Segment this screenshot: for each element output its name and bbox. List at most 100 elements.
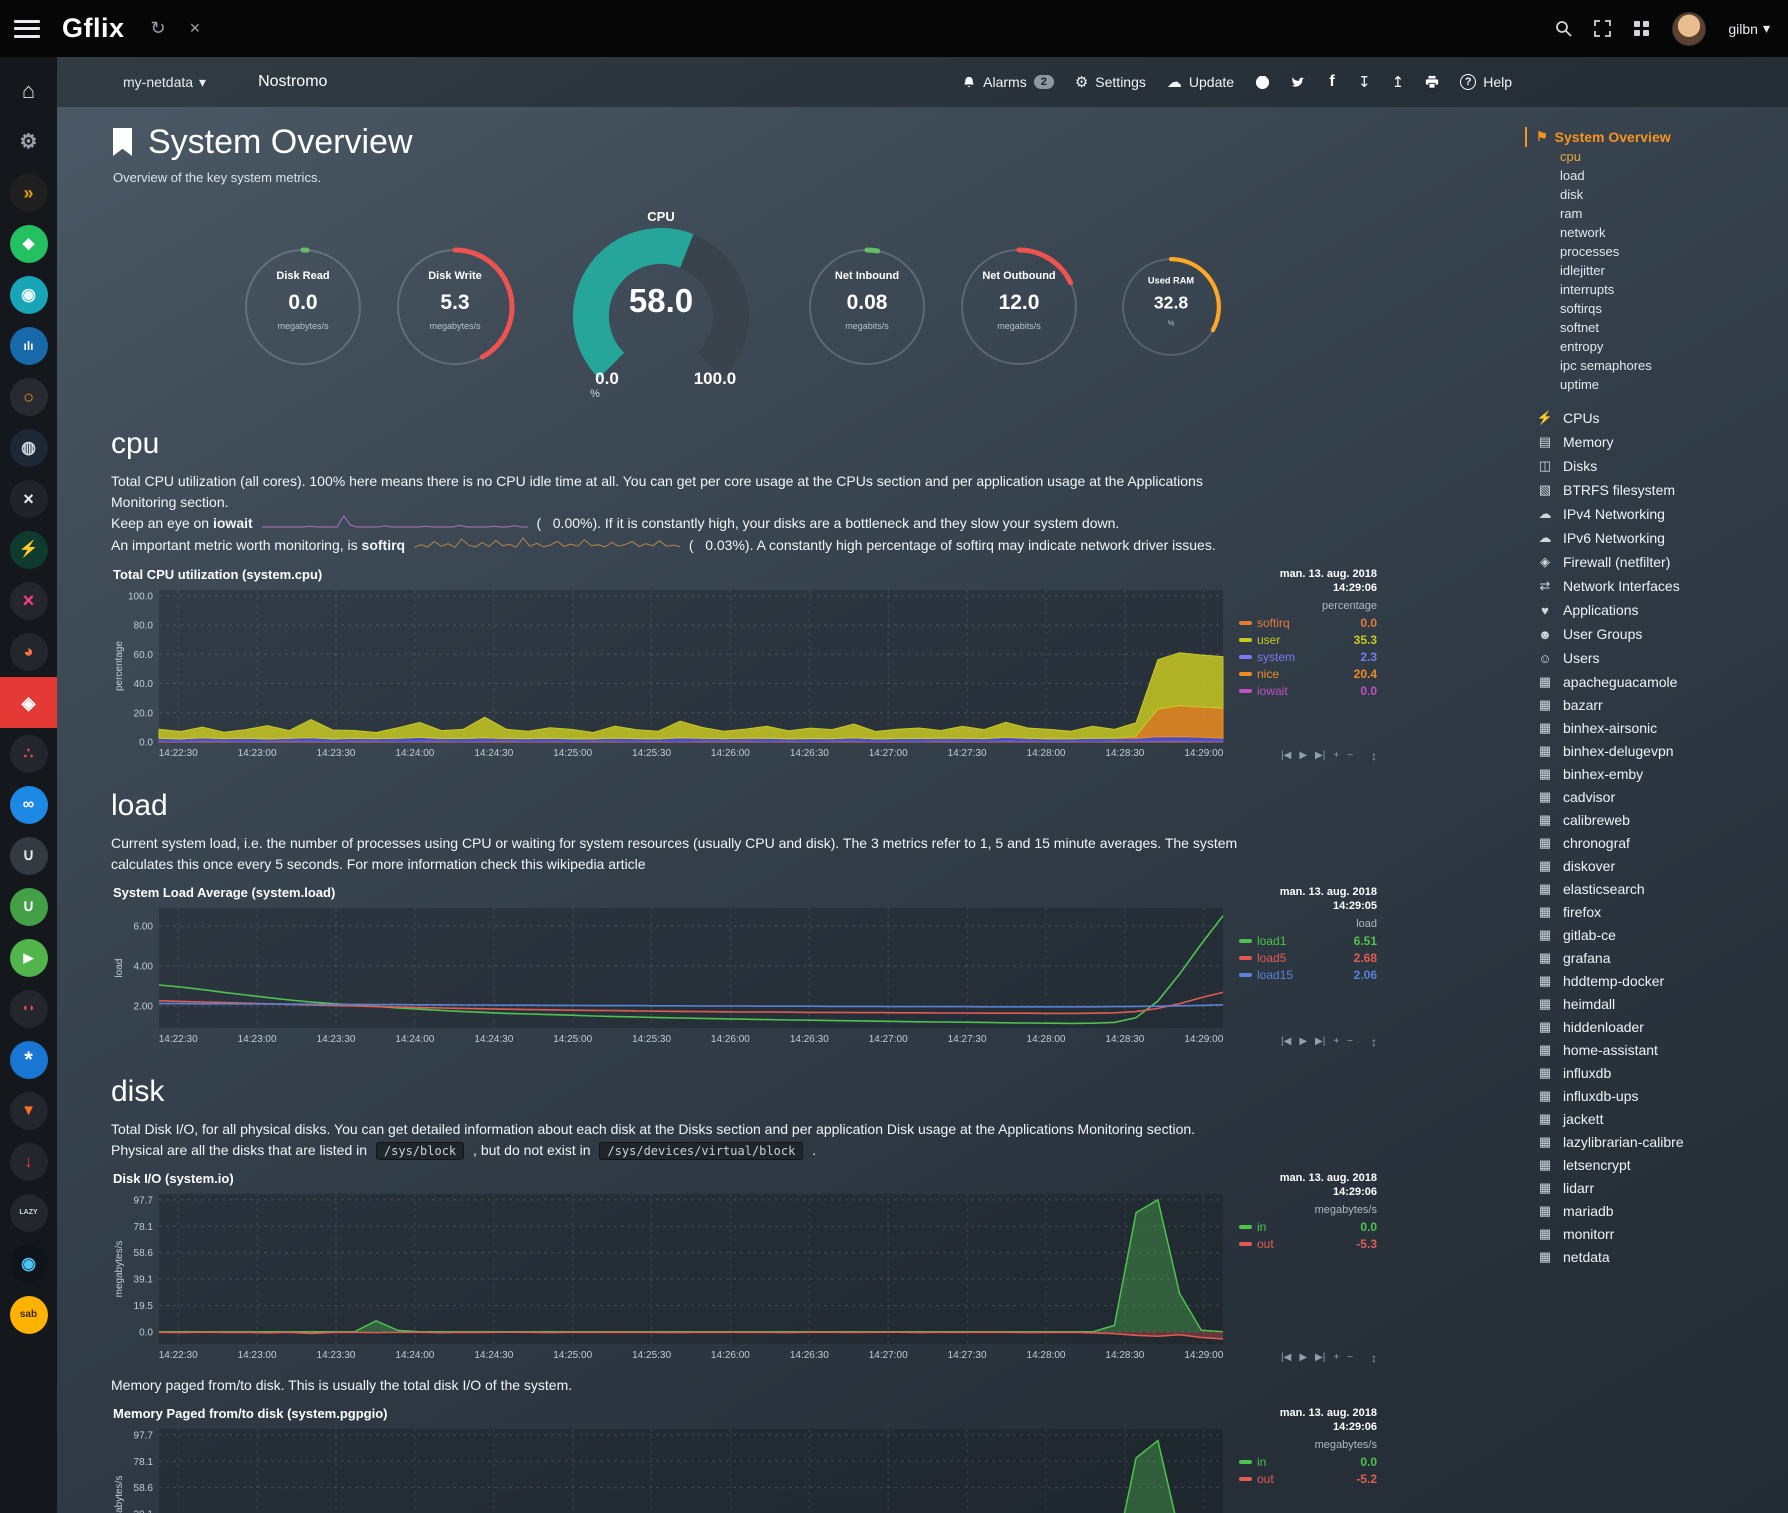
menu-app-item[interactable]: ▦ gitlab-ce xyxy=(1536,923,1780,946)
menu-app-item[interactable]: ▦ hddtemp-docker xyxy=(1536,969,1780,992)
github-icon[interactable] xyxy=(1255,75,1270,90)
legend-entry[interactable]: in 0.0 xyxy=(1239,1219,1377,1236)
submenu-item[interactable]: cpu xyxy=(1536,147,1780,166)
legend-entry[interactable]: iowait 0.0 xyxy=(1239,683,1377,700)
sidebar-app[interactable]: ◍ xyxy=(0,422,57,473)
sidebar-app[interactable]: ∪ xyxy=(0,830,57,881)
menu-app-item[interactable]: ▦ hiddenloader xyxy=(1536,1015,1780,1038)
search-icon[interactable] xyxy=(1555,20,1572,37)
menu-app-item[interactable]: ▦ firefox xyxy=(1536,900,1780,923)
menu-section[interactable]: ◫ Disks xyxy=(1536,454,1780,478)
menu-app-item[interactable]: ▦ calibreweb xyxy=(1536,808,1780,831)
sidebar-app[interactable]: ◉ xyxy=(0,1238,57,1289)
twitter-icon[interactable] xyxy=(1291,76,1306,89)
alarms-button[interactable]: Alarms 2 xyxy=(962,74,1054,90)
sidebar-app[interactable]: ılı xyxy=(0,320,57,371)
sidebar-app[interactable]: ⌂ xyxy=(0,65,57,116)
menu-app-item[interactable]: ▦ apacheguacamole xyxy=(1536,670,1780,693)
legend-entry[interactable]: in 0.0 xyxy=(1239,1454,1377,1471)
menu-section[interactable]: ⚡ CPUs xyxy=(1536,406,1780,430)
menu-app-item[interactable]: ▦ binhex-airsonic xyxy=(1536,716,1780,739)
load-chart-canvas[interactable]: 6.004.002.0014:22:3014:23:0014:23:3014:2… xyxy=(111,902,1229,1053)
legend-entry[interactable]: load15 2.06 xyxy=(1239,967,1377,984)
menu-app-item[interactable]: ▦ bazarr xyxy=(1536,693,1780,716)
menu-app-item[interactable]: ▦ elasticsearch xyxy=(1536,877,1780,900)
pgpgio-chart-canvas[interactable]: 97.778.158.639.119.50.014:22:3014:23:001… xyxy=(111,1423,1229,1513)
chart-toolbar[interactable]: |◀▶▶| +− ↕ xyxy=(1239,1035,1377,1053)
menu-system-overview[interactable]: ⚑ System Overview xyxy=(1525,127,1780,147)
submenu-item[interactable]: network xyxy=(1536,223,1780,242)
menu-app-item[interactable]: ▦ lazylibrarian-calibre xyxy=(1536,1130,1780,1153)
legend-entry[interactable]: softirq 0.0 xyxy=(1239,615,1377,632)
submenu-item[interactable]: idlejitter xyxy=(1536,261,1780,280)
submenu-item[interactable]: softirqs xyxy=(1536,299,1780,318)
download-icon[interactable]: ↧ xyxy=(1358,73,1371,91)
sidebar-app[interactable]: × xyxy=(0,473,57,524)
menu-section[interactable]: ☁ IPv4 Networking xyxy=(1536,502,1780,526)
sidebar-app[interactable]: ↓ xyxy=(0,1136,57,1187)
refresh-tab-icon[interactable]: ↻ xyxy=(151,18,166,39)
menu-app-item[interactable]: ▦ monitorr xyxy=(1536,1222,1780,1245)
sidebar-app[interactable]: ◉ xyxy=(0,269,57,320)
legend-entry[interactable]: user 35.3 xyxy=(1239,632,1377,649)
menu-app-item[interactable]: ▦ heimdall xyxy=(1536,992,1780,1015)
submenu-item[interactable]: ipc semaphores xyxy=(1536,356,1780,375)
sidebar-app[interactable]: LAZY xyxy=(0,1187,57,1238)
sidebar-app[interactable]: ○ xyxy=(0,371,57,422)
cpu-chart-canvas[interactable]: 100.080.060.040.020.00.014:22:3014:23:00… xyxy=(111,584,1229,767)
menu-section[interactable]: ▤ Memory xyxy=(1536,430,1780,454)
menu-app-item[interactable]: ▦ lidarr xyxy=(1536,1176,1780,1199)
sidebar-app[interactable]: × xyxy=(0,575,57,626)
menu-app-item[interactable]: ▦ netdata xyxy=(1536,1245,1780,1268)
sidebar-app[interactable]: ∴ xyxy=(0,728,57,779)
close-tab-icon[interactable]: × xyxy=(190,18,201,39)
print-icon[interactable] xyxy=(1425,75,1439,89)
fullscreen-icon[interactable] xyxy=(1594,20,1611,37)
user-menu[interactable]: gilbn ▾ xyxy=(1728,20,1770,37)
menu-app-item[interactable]: ▦ binhex-emby xyxy=(1536,762,1780,785)
menu-section[interactable]: ☁ IPv6 Networking xyxy=(1536,526,1780,550)
legend-entry[interactable]: load5 2.68 xyxy=(1239,950,1377,967)
menu-section[interactable]: ♥ Applications xyxy=(1536,598,1780,622)
settings-button[interactable]: ⚙ Settings xyxy=(1075,73,1146,91)
menu-app-item[interactable]: ▦ influxdb-ups xyxy=(1536,1084,1780,1107)
submenu-item[interactable]: interrupts xyxy=(1536,280,1780,299)
sidebar-app[interactable]: ◖◗ xyxy=(0,983,57,1034)
sidebar-app[interactable]: ▶ xyxy=(0,932,57,983)
menu-app-item[interactable]: ▦ mariadb xyxy=(1536,1199,1780,1222)
menu-app-item[interactable]: ▦ jackett xyxy=(1536,1107,1780,1130)
menu-app-item[interactable]: ▦ chronograf xyxy=(1536,831,1780,854)
legend-entry[interactable]: out -5.2 xyxy=(1239,1471,1377,1488)
apps-grid-icon[interactable] xyxy=(1633,20,1650,37)
sidebar-app[interactable]: » xyxy=(0,167,57,218)
menu-section[interactable]: ☻ User Groups xyxy=(1536,622,1780,646)
menu-app-item[interactable]: ▦ grafana xyxy=(1536,946,1780,969)
sidebar-app[interactable]: sab xyxy=(0,1289,57,1340)
user-avatar[interactable] xyxy=(1672,12,1706,46)
menu-section[interactable]: ◈ Firewall (netfilter) xyxy=(1536,550,1780,574)
sidebar-app[interactable]: * xyxy=(0,1034,57,1085)
chart-toolbar[interactable]: |◀▶▶| +− ↕ xyxy=(1239,749,1377,767)
sidebar-app[interactable]: ◕ xyxy=(0,626,57,677)
sidebar-app[interactable]: ∞ xyxy=(0,779,57,830)
legend-entry[interactable]: load1 6.51 xyxy=(1239,933,1377,950)
menu-app-item[interactable]: ▦ diskover xyxy=(1536,854,1780,877)
facebook-icon[interactable]: f xyxy=(1327,73,1337,91)
menu-app-item[interactable]: ▦ cadvisor xyxy=(1536,785,1780,808)
my-netdata-dropdown[interactable]: my-netdata ▾ xyxy=(123,74,206,91)
submenu-item[interactable]: ram xyxy=(1536,204,1780,223)
submenu-item[interactable]: softnet xyxy=(1536,318,1780,337)
sidebar-app[interactable]: ◆ xyxy=(0,218,57,269)
menu-section[interactable]: ☺ Users xyxy=(1536,646,1780,670)
menu-icon[interactable] xyxy=(14,20,40,38)
menu-app-item[interactable]: ▦ influxdb xyxy=(1536,1061,1780,1084)
sidebar-app[interactable]: ▼ xyxy=(0,1085,57,1136)
submenu-item[interactable]: processes xyxy=(1536,242,1780,261)
submenu-item[interactable]: uptime xyxy=(1536,375,1780,394)
menu-section[interactable]: ▧ BTRFS filesystem xyxy=(1536,478,1780,502)
menu-app-item[interactable]: ▦ letsencrypt xyxy=(1536,1153,1780,1176)
help-button[interactable]: ? Help xyxy=(1460,74,1512,90)
legend-entry[interactable]: system 2.3 xyxy=(1239,649,1377,666)
menu-app-item[interactable]: ▦ home-assistant xyxy=(1536,1038,1780,1061)
chart-toolbar[interactable]: |◀▶▶| +− ↕ xyxy=(1239,1351,1377,1369)
